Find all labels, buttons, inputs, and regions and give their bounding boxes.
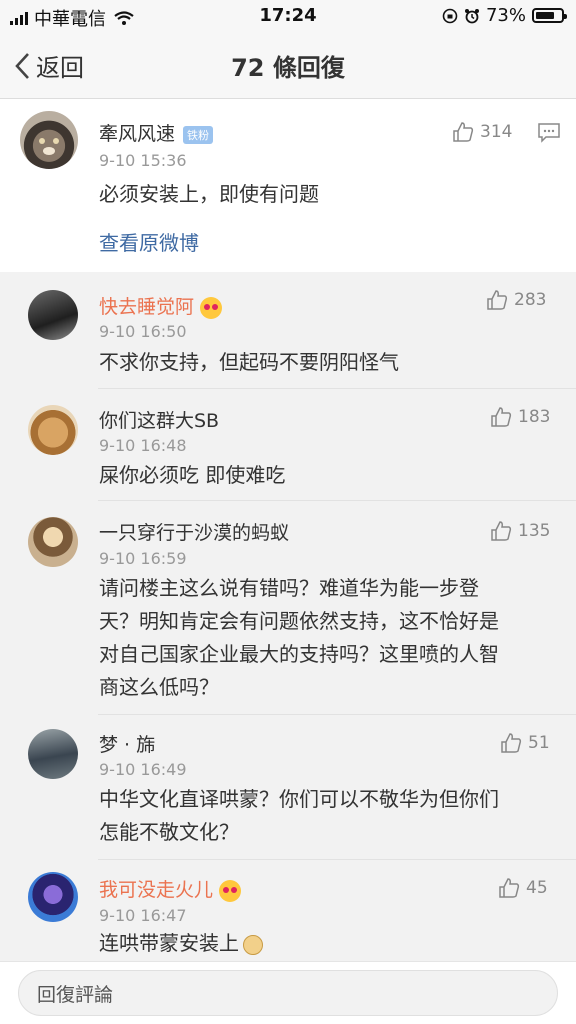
like-count: 314 bbox=[480, 122, 513, 142]
like-count: 45 bbox=[526, 878, 548, 898]
comment-icon[interactable] bbox=[538, 123, 560, 143]
thumbs-up-icon bbox=[501, 733, 522, 753]
timestamp: 9-10 16:50 bbox=[99, 322, 187, 341]
like-button[interactable]: 51 bbox=[500, 732, 550, 754]
composer-bar: 回復評論 bbox=[0, 961, 576, 1024]
username-text[interactable]: 一只穿行于沙漠的蚂蚁 bbox=[99, 522, 289, 544]
username-text[interactable]: 梦 · 旆 bbox=[99, 734, 155, 756]
username[interactable]: 快去睡觉阿 bbox=[99, 292, 223, 319]
like-count: 283 bbox=[514, 290, 547, 310]
username-text[interactable]: 牽风风速 bbox=[99, 123, 175, 145]
reply-text: 屎你必须吃 即使难吃 bbox=[99, 463, 286, 487]
reply-list: 快去睡觉阿 9-10 16:50 283 不求你支持，但起码不要阴阳怪气 你们这… bbox=[0, 272, 576, 1024]
nav-bar: 返回 72 條回復 bbox=[0, 32, 576, 99]
heart-eyes-emoji bbox=[219, 879, 242, 902]
reply-line: 对自己国家企业最大的支持吗？这里喷的人智 bbox=[99, 642, 499, 666]
reply-item: 梦 · 旆 9-10 16:49 51 中华文化直译哄蒙？你们可以不敬华为但你们… bbox=[0, 715, 576, 859]
timestamp: 9-10 16:59 bbox=[99, 549, 187, 568]
reply-item: 我可没走火儿 9-10 16:47 45 连哄带蒙安装上 bbox=[0, 860, 576, 960]
reply-item: 一只穿行于沙漠的蚂蚁 9-10 16:59 135 请问楼主这么说有错吗？难道华… bbox=[0, 501, 576, 715]
reply-line: 天？明知肯定会有问题依然支持，这不恰好是 bbox=[99, 609, 499, 633]
reply-line: 商这么低吗？ bbox=[99, 675, 219, 699]
reply-line: 连哄带蒙安装上 bbox=[99, 931, 239, 955]
timestamp: 9-10 15:36 bbox=[99, 151, 187, 170]
thumbs-up-icon bbox=[491, 521, 512, 541]
avatar[interactable] bbox=[28, 872, 78, 922]
reply-item: 你们这群大SB 9-10 16:48 183 屎你必须吃 即使难吃 bbox=[0, 389, 576, 497]
timestamp: 9-10 16:48 bbox=[99, 436, 187, 455]
username[interactable]: 梦 · 旆 bbox=[99, 730, 155, 757]
original-comment: 牽风风速 铁粉 9-10 15:36 314 必须安装上，即使有问题 查看原微博 bbox=[0, 99, 576, 272]
avatar[interactable] bbox=[28, 517, 78, 567]
heart-eyes-emoji bbox=[200, 296, 223, 319]
thumbs-up-icon bbox=[491, 407, 512, 427]
like-button[interactable]: 183 bbox=[490, 406, 550, 428]
avatar[interactable] bbox=[28, 405, 78, 455]
like-count: 51 bbox=[528, 733, 550, 753]
username[interactable]: 一只穿行于沙漠的蚂蚁 bbox=[99, 518, 289, 545]
reply-text: 请问楼主这么说有错吗？难道华为能一步登 天？明知肯定会有问题依然支持，这不恰好是… bbox=[99, 572, 499, 704]
username-text[interactable]: 快去睡觉阿 bbox=[99, 296, 194, 318]
battery-percent: 73% bbox=[485, 5, 526, 26]
reply-item: 快去睡觉阿 9-10 16:50 283 不求你支持，但起码不要阴阳怪气 bbox=[0, 272, 576, 380]
avatar[interactable] bbox=[28, 290, 78, 340]
reply-line: 怎能不敬文化？ bbox=[99, 820, 239, 844]
like-count: 183 bbox=[518, 407, 551, 427]
like-button[interactable]: 45 bbox=[498, 877, 548, 899]
fan-badge: 铁粉 bbox=[183, 125, 214, 144]
username-text[interactable]: 我可没走火儿 bbox=[99, 879, 213, 901]
page-title: 72 條回復 bbox=[231, 54, 345, 82]
orientation-lock-icon bbox=[442, 8, 458, 23]
timestamp: 9-10 16:47 bbox=[99, 906, 187, 925]
reply-input[interactable]: 回復評論 bbox=[18, 970, 558, 1016]
battery-icon bbox=[532, 8, 567, 23]
username[interactable]: 牽风风速 铁粉 bbox=[99, 119, 214, 146]
status-bar: 中華電信 17:24 73% bbox=[0, 0, 576, 32]
thumbs-up-icon bbox=[487, 290, 508, 310]
view-original-link[interactable]: 查看原微博 bbox=[99, 227, 199, 260]
like-button[interactable]: 135 bbox=[490, 520, 550, 542]
reply-line: 中华文化直译哄蒙？你们可以不敬华为但你们 bbox=[99, 787, 499, 811]
thumbs-up-icon bbox=[453, 122, 474, 142]
reply-text: 连哄带蒙安装上 bbox=[99, 927, 263, 960]
like-count: 135 bbox=[518, 521, 551, 541]
comment-text: 必须安装上，即使有问题 bbox=[99, 182, 319, 206]
reply-input-placeholder: 回復評論 bbox=[37, 983, 114, 1006]
reply-text: 中华文化直译哄蒙？你们可以不敬华为但你们 怎能不敬文化？ bbox=[99, 783, 499, 849]
doge-emoji bbox=[243, 934, 263, 955]
timestamp: 9-10 16:49 bbox=[99, 760, 187, 779]
username[interactable]: 我可没走火儿 bbox=[99, 875, 242, 902]
username[interactable]: 你们这群大SB bbox=[99, 406, 219, 433]
like-button[interactable]: 283 bbox=[486, 289, 546, 311]
reply-text: 不求你支持，但起码不要阴阳怪气 bbox=[99, 350, 399, 374]
like-button[interactable]: 314 bbox=[452, 121, 512, 143]
username-text[interactable]: 你们这群大SB bbox=[99, 410, 219, 432]
alarm-icon bbox=[464, 8, 479, 23]
avatar[interactable] bbox=[28, 729, 78, 779]
thumbs-up-icon bbox=[499, 878, 520, 898]
avatar[interactable] bbox=[20, 111, 78, 169]
reply-line: 请问楼主这么说有错吗？难道华为能一步登 bbox=[99, 576, 479, 600]
